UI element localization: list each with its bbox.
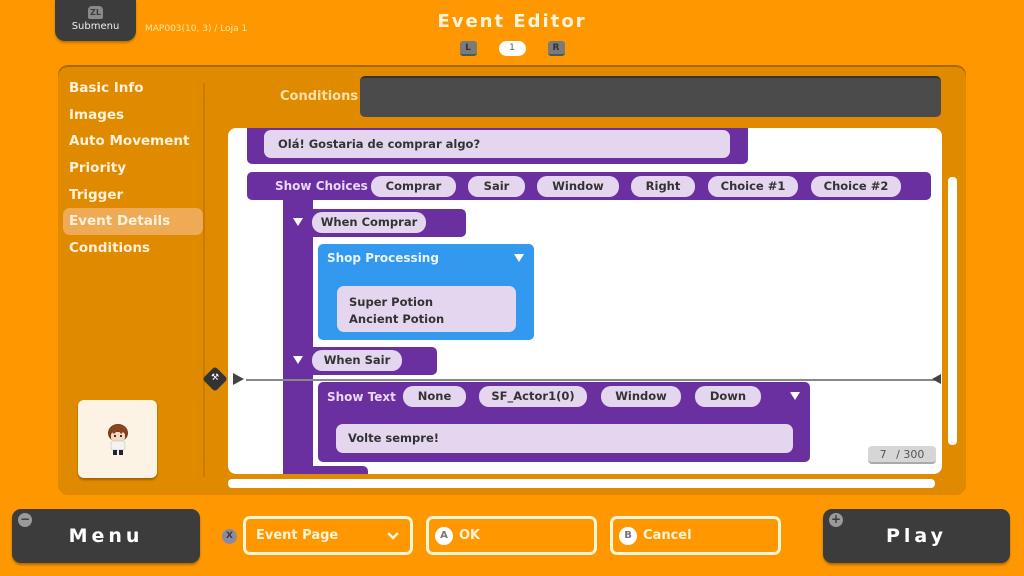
a-key-icon: A bbox=[435, 526, 453, 545]
play-button[interactable]: + Play bbox=[823, 509, 1010, 563]
text-param-face-image[interactable]: SF_Actor1(0) bbox=[479, 386, 587, 407]
cancel-label: Cancel bbox=[643, 528, 692, 543]
b-key-icon: B bbox=[619, 526, 637, 545]
play-label: Play bbox=[885, 525, 948, 547]
character-sprite-icon bbox=[107, 424, 128, 455]
x-key-icon: X bbox=[222, 529, 237, 544]
hammer-icon: ⚒ bbox=[211, 373, 220, 383]
page-number: 1 bbox=[498, 41, 526, 56]
choice-param-right[interactable]: Right bbox=[631, 176, 695, 197]
plus-key-icon: + bbox=[829, 512, 843, 527]
when-comprar-label[interactable]: When Comprar bbox=[312, 212, 426, 233]
command-counter: 7 / 300 bbox=[868, 446, 936, 464]
when-sair-label[interactable]: When Sair bbox=[312, 350, 402, 371]
sidebar-item-basic-info[interactable]: Basic Info bbox=[63, 75, 203, 102]
shop-processing-label: Shop Processing bbox=[327, 251, 439, 265]
menu-button[interactable]: − Menu bbox=[12, 509, 200, 563]
chevron-down-icon bbox=[387, 531, 399, 540]
conditions-label: Conditions bbox=[280, 89, 359, 104]
text-param-face[interactable]: None bbox=[403, 386, 466, 407]
page-navigator: L 1 R bbox=[0, 41, 1024, 56]
shop-item: Ancient Potion bbox=[349, 312, 445, 326]
sidebar-item-auto-movement[interactable]: Auto Movement bbox=[63, 128, 203, 155]
ok-label: OK bbox=[459, 528, 481, 543]
collapse-triangle-icon[interactable] bbox=[514, 254, 524, 262]
prev-page-button[interactable]: L bbox=[459, 41, 477, 56]
cancel-button[interactable]: B Cancel bbox=[610, 516, 781, 555]
collapse-triangle-icon[interactable] bbox=[293, 356, 303, 364]
show-text-label: Show Text bbox=[327, 390, 396, 404]
counter-current: 7 bbox=[879, 448, 887, 461]
shop-item: Super Potion bbox=[349, 295, 434, 309]
playhead-right-arrow-icon[interactable] bbox=[932, 374, 941, 384]
collapse-triangle-icon[interactable] bbox=[790, 392, 800, 400]
vertical-scrollbar[interactable] bbox=[948, 177, 957, 445]
choices-branch-end bbox=[283, 466, 368, 474]
text-param-position[interactable]: Down bbox=[695, 386, 761, 407]
playhead-line bbox=[246, 379, 936, 381]
sidebar-item-conditions[interactable]: Conditions bbox=[63, 235, 203, 262]
conditions-field[interactable] bbox=[360, 76, 941, 117]
main-panel: Basic Info Images Auto Movement Priority… bbox=[58, 65, 966, 495]
sidebar-item-event-details[interactable]: Event Details bbox=[63, 208, 203, 236]
horizontal-scrollbar[interactable] bbox=[228, 479, 935, 488]
choice-param-sair[interactable]: Sair bbox=[468, 176, 525, 197]
event-graphic[interactable] bbox=[78, 400, 157, 478]
shop-item-list[interactable]: Super Potion Ancient Potion bbox=[337, 286, 516, 332]
choice-param-choice-2[interactable]: Choice #2 bbox=[811, 176, 901, 197]
collapse-triangle-icon[interactable] bbox=[293, 218, 303, 226]
choices-branch-spine bbox=[283, 200, 313, 474]
event-page-dropdown[interactable]: Event Page bbox=[243, 516, 413, 555]
next-page-button[interactable]: R bbox=[547, 41, 565, 56]
show-text-message[interactable]: Volte sempre! bbox=[336, 424, 793, 453]
playhead-left-arrow-icon[interactable] bbox=[233, 373, 244, 385]
menu-label: Menu bbox=[68, 525, 144, 547]
page-title: Event Editor bbox=[437, 11, 587, 32]
text-param-window[interactable]: Window bbox=[601, 386, 681, 407]
ok-button[interactable]: A OK bbox=[426, 516, 597, 555]
text-message[interactable]: Olá! Gostaria de comprar algo? bbox=[264, 130, 730, 158]
sidebar-item-images[interactable]: Images bbox=[63, 102, 203, 129]
choice-param-window[interactable]: Window bbox=[537, 176, 619, 197]
sidebar-item-trigger[interactable]: Trigger bbox=[63, 182, 203, 209]
show-choices-label: Show Choices bbox=[275, 179, 368, 193]
choice-param-choice-1[interactable]: Choice #1 bbox=[708, 176, 798, 197]
choice-param-comprar[interactable]: Comprar bbox=[371, 176, 456, 197]
event-page-label: Event Page bbox=[256, 528, 339, 543]
sidebar: Basic Info Images Auto Movement Priority… bbox=[63, 75, 203, 262]
sidebar-divider bbox=[203, 83, 205, 477]
event-command-canvas[interactable]: Olá! Gostaria de comprar algo? Show Choi… bbox=[228, 128, 942, 474]
minus-key-icon: − bbox=[18, 512, 32, 527]
sidebar-item-priority[interactable]: Priority bbox=[63, 155, 203, 182]
counter-max: / 300 bbox=[896, 448, 925, 461]
